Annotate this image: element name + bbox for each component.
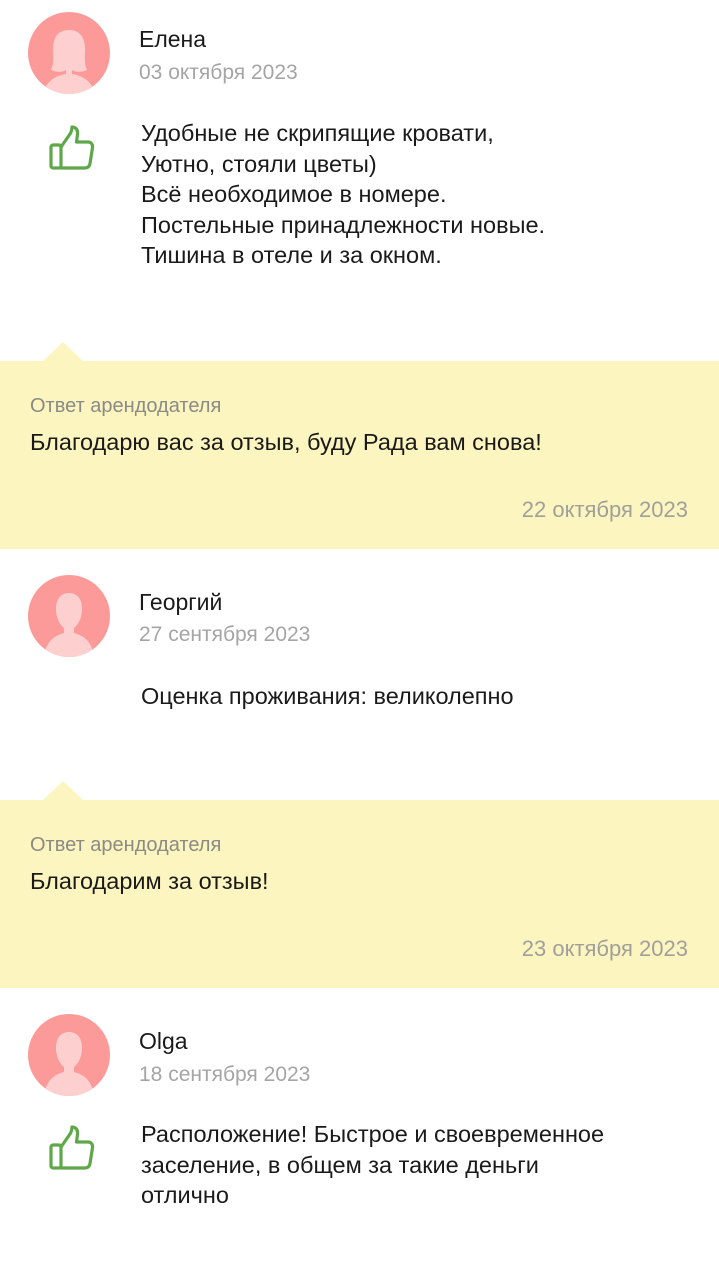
reply-text: Благодарю вас за отзыв, буду Рада вам сн…	[30, 429, 542, 455]
thumbs-up-icon	[48, 124, 96, 172]
host-reply: Ответ арендодателя Благодарю вас за отзы…	[0, 342, 719, 549]
review-text: Удобные не скрипящие кровати, Уютно, сто…	[141, 118, 701, 271]
review-text: Расположение! Быстрое и своевременное за…	[141, 1119, 701, 1211]
review-text-line: Удобные не скрипящие кровати,	[141, 120, 494, 146]
author-name: Елена	[139, 26, 207, 52]
review-text-line: Уютно, стояли цветы)	[141, 150, 377, 177]
review-date: 18 сентября 2023	[139, 1063, 311, 1086]
review-text-line: Оценка проживания: великолепно	[141, 683, 514, 709]
review-text-line: Расположение! Быстрое и своевременное	[141, 1121, 605, 1147]
review-text-line: отлично	[141, 1182, 229, 1208]
reviews-page: Елена 03 октября 2023 Удобные не скрипящ…	[0, 0, 719, 1280]
host-reply: Ответ арендодателя Благодарим за отзыв! …	[0, 781, 719, 988]
reply-pointer	[43, 781, 83, 800]
review-text: Оценка проживания: великолепно	[141, 681, 701, 712]
male-avatar-icon	[28, 1014, 110, 1096]
review-text-line: заселение, в общем за такие деньги	[141, 1151, 539, 1178]
female-avatar-icon	[28, 12, 110, 94]
review-text-line: Всё необходимое в номере.	[141, 181, 447, 207]
reply-label: Ответ арендодателя	[30, 395, 222, 417]
review-text-line: Постельные принадлежности новые.	[141, 211, 546, 238]
review-date: 03 октября 2023	[139, 61, 298, 84]
review-item: Olga 18 сентября 2023 Расположение! Быст…	[0, 988, 719, 1280]
author-name: Георгий	[139, 589, 223, 615]
reply-date: 22 октября 2023	[521, 497, 688, 522]
author-name: Olga	[139, 1028, 188, 1054]
review-date: 27 сентября 2023	[139, 623, 311, 646]
review-item: Елена 03 октября 2023 Удобные не скрипящ…	[0, 0, 719, 360]
reply-pointer	[43, 342, 83, 361]
review-item: Георгий 27 сентября 2023 Оценка проживан…	[0, 549, 719, 799]
thumbs-up-icon	[48, 1124, 96, 1172]
reply-date: 23 октября 2023	[521, 936, 688, 961]
reply-label: Ответ арендодателя	[30, 834, 222, 856]
review-text-line: Тишина в отеле и за окном.	[141, 242, 442, 268]
reply-text: Благодарим за отзыв!	[30, 868, 269, 894]
male-avatar-icon	[28, 575, 110, 657]
